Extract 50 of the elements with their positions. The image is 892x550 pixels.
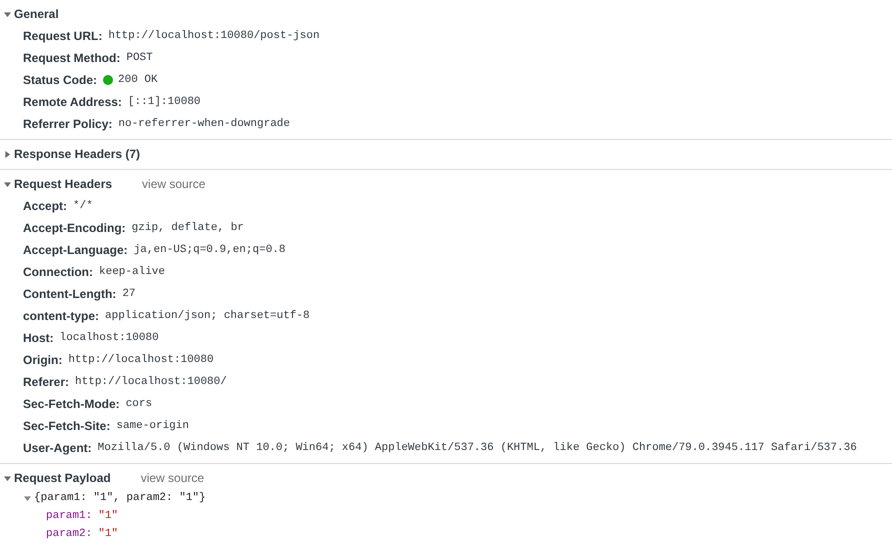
header-value: */* bbox=[73, 200, 93, 212]
property-key: param1: bbox=[46, 510, 92, 522]
header-value: POST bbox=[126, 52, 153, 64]
property-key: param2: bbox=[46, 528, 92, 540]
header-value: http://localhost:10080/post-json bbox=[108, 30, 320, 42]
header-value: gzip, deflate, br bbox=[132, 222, 244, 234]
header-value: http://localhost:10080/ bbox=[75, 376, 227, 388]
property-value: "1" bbox=[98, 510, 118, 522]
header-name: Remote Address: bbox=[23, 95, 122, 109]
header-name: Host: bbox=[23, 331, 54, 345]
header-name: User-Agent: bbox=[23, 441, 92, 455]
header-value: localhost:10080 bbox=[60, 332, 159, 344]
header-value: application/json; charset=utf-8 bbox=[105, 310, 310, 322]
header-value: same-origin bbox=[116, 420, 189, 432]
section-header[interactable]: Request Payload bbox=[4, 471, 111, 485]
header-value: keep-alive bbox=[99, 266, 166, 278]
header-name: Accept: bbox=[23, 199, 68, 213]
header-value: 200 OK bbox=[118, 74, 158, 86]
header-name: Accept-Language: bbox=[23, 243, 128, 257]
header-value: [::1]:10080 bbox=[128, 96, 201, 108]
section-header[interactable]: General bbox=[4, 7, 59, 21]
header-value: no-referrer-when-downgrade bbox=[118, 118, 290, 130]
header-name: Connection: bbox=[23, 265, 93, 279]
view-source-link[interactable]: view source bbox=[140, 471, 204, 485]
header-value: 27 bbox=[122, 288, 136, 300]
triangle-down-icon bbox=[24, 494, 31, 502]
header-value: ja,en-US;q=0.9,en;q=0.8 bbox=[134, 244, 286, 256]
view-source-link[interactable]: view source bbox=[142, 177, 206, 191]
triangle-down-icon bbox=[4, 474, 11, 482]
header-name: Sec-Fetch-Site: bbox=[23, 419, 110, 433]
header-name: Sec-Fetch-Mode: bbox=[23, 397, 120, 411]
header-name: Origin: bbox=[23, 353, 62, 367]
header-value: Mozilla/5.0 (Windows NT 10.0; Win64; x64) AppleWebKit/537.36 (KHTML, like Gecko) Chrome/79.0.3945.117 Safari/537.36 bbox=[98, 442, 857, 454]
triangle-right-icon bbox=[4, 150, 11, 158]
header-value: cors bbox=[126, 398, 152, 410]
header-name: Content-Length: bbox=[23, 287, 116, 301]
header-name: Referrer Policy: bbox=[23, 117, 112, 131]
triangle-down-icon bbox=[4, 10, 11, 18]
header-name: Referer: bbox=[23, 375, 70, 389]
header-name: Accept-Encoding: bbox=[23, 221, 126, 235]
header-name: Request Method: bbox=[23, 51, 120, 65]
section-header[interactable]: Request Headers bbox=[4, 177, 112, 191]
payload-summary[interactable]: {param1: "1", param2: "1"} bbox=[24, 492, 206, 504]
header-name: content-type: bbox=[23, 309, 99, 323]
triangle-down-icon bbox=[4, 180, 11, 188]
property-value: "1" bbox=[98, 528, 118, 540]
header-name: Status Code: bbox=[23, 73, 98, 87]
header-value: http://localhost:10080 bbox=[68, 354, 214, 366]
section-header[interactable]: Response Headers (7) bbox=[4, 147, 140, 161]
header-name: Request URL: bbox=[23, 29, 102, 43]
